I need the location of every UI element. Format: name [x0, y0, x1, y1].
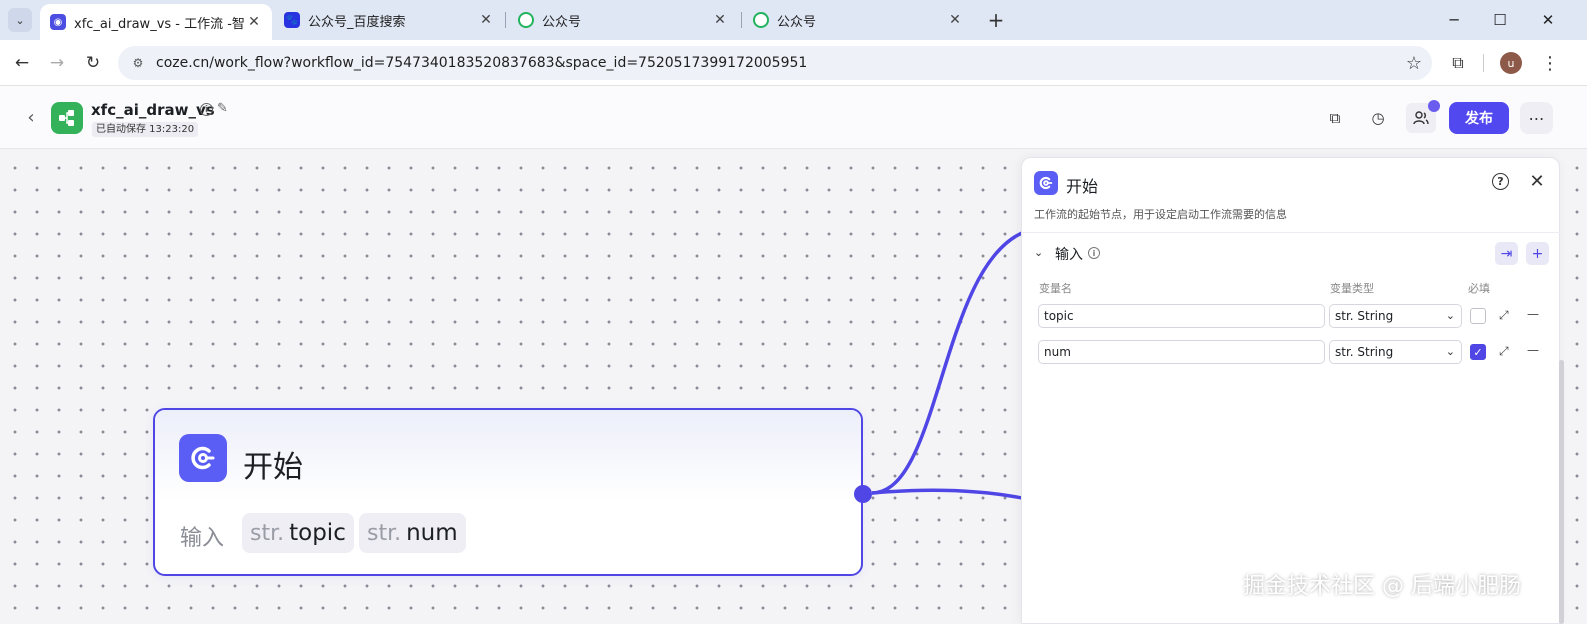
column-header-name: 变量名	[1039, 282, 1072, 295]
copy-icon[interactable]: ⧉	[1320, 103, 1350, 133]
remove-icon[interactable]: —	[1527, 307, 1539, 321]
wechat-mp-favicon-icon	[518, 12, 534, 28]
bookmark-star-icon[interactable]: ☆	[1406, 53, 1422, 74]
tab-gongzhonghao-2[interactable]: 公众号 ✕	[743, 4, 973, 36]
info-icon[interactable]: i	[200, 103, 213, 116]
watermark: 掘金技术社区 @ 后端小肥肠	[1243, 574, 1521, 599]
variable-type-select[interactable]: str. String ⌄	[1329, 304, 1462, 328]
profile-avatar[interactable]: u	[1500, 52, 1522, 74]
workflow-logo-icon	[51, 102, 83, 134]
import-icon[interactable]: ⇥	[1495, 242, 1518, 265]
close-icon[interactable]: ✕	[945, 10, 965, 30]
address-bar[interactable]: ⚙ coze.cn/work_flow?workflow_id=75473401…	[118, 46, 1432, 80]
tab-gongzhonghao-1[interactable]: 公众号 ✕	[508, 4, 738, 36]
start-node-icon	[1034, 171, 1058, 195]
tab-workflow[interactable]: ◉ xfc_ai_draw_vs - 工作流 -智能 ✕	[40, 4, 272, 40]
coze-favicon-icon: ◉	[50, 14, 66, 30]
workflow-header: ‹ xfc_ai_draw_vs i ✎ 已自动保存 13:23:20 ⧉ ◷ …	[0, 86, 1587, 149]
forward-arrow-icon[interactable]: →	[43, 49, 71, 77]
new-tab-button[interactable]: +	[984, 8, 1008, 32]
browser-tab-bar: ⌄ ◉ xfc_ai_draw_vs - 工作流 -智能 ✕ 🐾 公众号_百度搜…	[0, 0, 1587, 40]
back-chevron-icon[interactable]: ‹	[20, 106, 42, 128]
tab-search-button[interactable]: ⌄	[8, 8, 32, 32]
edge-to-upper-node	[871, 231, 1023, 495]
column-header-type: 变量类型	[1330, 282, 1374, 295]
browser-toolbar: ← → ↻ ⚙ coze.cn/work_flow?workflow_id=75…	[0, 40, 1587, 86]
tab-separator	[505, 12, 506, 28]
expand-icon[interactable]: ⤢	[1499, 344, 1509, 359]
site-settings-icon[interactable]: ⚙	[130, 55, 146, 71]
history-icon[interactable]: ◷	[1363, 103, 1393, 133]
edge-to-lower-node	[871, 488, 1023, 500]
back-arrow-icon[interactable]: ←	[8, 49, 36, 77]
variable-chip-topic: str. topic	[242, 513, 354, 553]
reload-icon[interactable]: ↻	[79, 49, 107, 77]
browser-menu-icon[interactable]: ⋮	[1538, 50, 1562, 76]
variable-name-input[interactable]: num	[1038, 340, 1325, 364]
variable-type-select[interactable]: str. String ⌄	[1329, 340, 1462, 364]
output-port[interactable]	[854, 485, 872, 503]
node-title: 开始	[243, 450, 303, 485]
tab-baidu-search[interactable]: 🐾 公众号_百度搜索 ✕	[274, 4, 504, 36]
maximize-icon[interactable]: ☐	[1486, 6, 1514, 34]
notification-badge	[1428, 100, 1440, 112]
column-header-required: 必填	[1468, 282, 1490, 295]
publish-button[interactable]: 发布	[1449, 102, 1509, 134]
more-options-icon[interactable]: ⋯	[1520, 102, 1553, 134]
url-text: coze.cn/work_flow?workflow_id=7547340183…	[156, 55, 808, 71]
add-variable-button[interactable]: +	[1526, 242, 1549, 265]
remove-icon[interactable]: —	[1527, 343, 1539, 357]
panel-description: 工作流的起始节点，用于设定启动工作流需要的信息	[1034, 208, 1287, 221]
autosave-status: 已自动保存 13:23:20	[92, 122, 199, 137]
panel-divider	[1022, 232, 1561, 233]
panel-title: 开始	[1066, 177, 1099, 196]
variable-chip-num: str. num	[359, 513, 466, 553]
required-checkbox[interactable]	[1470, 308, 1486, 324]
baidu-favicon-icon: 🐾	[284, 12, 300, 28]
edit-icon[interactable]: ✎	[217, 101, 228, 116]
chevron-down-icon: ⌄	[1445, 309, 1455, 322]
chevron-down-icon: ⌄	[1445, 345, 1455, 358]
close-icon[interactable]: ✕	[1526, 170, 1548, 192]
close-icon[interactable]: ✕	[476, 10, 496, 30]
workflow-title: xfc_ai_draw_vs	[91, 101, 215, 119]
node-config-panel: 开始 ? ✕ 工作流的起始节点，用于设定启动工作流需要的信息 ⌄ 输入 i ⇥ …	[1021, 157, 1561, 624]
node-input-label: 输入	[180, 526, 225, 551]
chevron-down-icon[interactable]: ⌄	[1034, 246, 1043, 259]
minimize-icon[interactable]: ─	[1440, 6, 1468, 34]
expand-icon[interactable]: ⤢	[1499, 308, 1509, 323]
window-close-icon[interactable]: ✕	[1534, 6, 1562, 34]
variable-name-input[interactable]: topic	[1038, 304, 1325, 328]
close-icon[interactable]: ✕	[244, 12, 264, 32]
close-icon[interactable]: ✕	[710, 10, 730, 30]
info-icon[interactable]: i	[1088, 247, 1100, 259]
tab-separator	[741, 12, 742, 28]
help-icon[interactable]: ?	[1492, 173, 1509, 190]
required-checkbox[interactable]: ✓	[1470, 344, 1486, 360]
wechat-mp-favicon-icon	[753, 12, 769, 28]
start-node[interactable]: 开始 输入 str. topic str. num	[153, 408, 863, 576]
input-section-title: 输入	[1055, 247, 1083, 263]
extensions-icon[interactable]: ⧉	[1445, 50, 1471, 76]
panel-scrollbar[interactable]	[1559, 360, 1564, 624]
toolbar-divider	[1483, 54, 1484, 72]
start-node-icon	[179, 434, 227, 482]
